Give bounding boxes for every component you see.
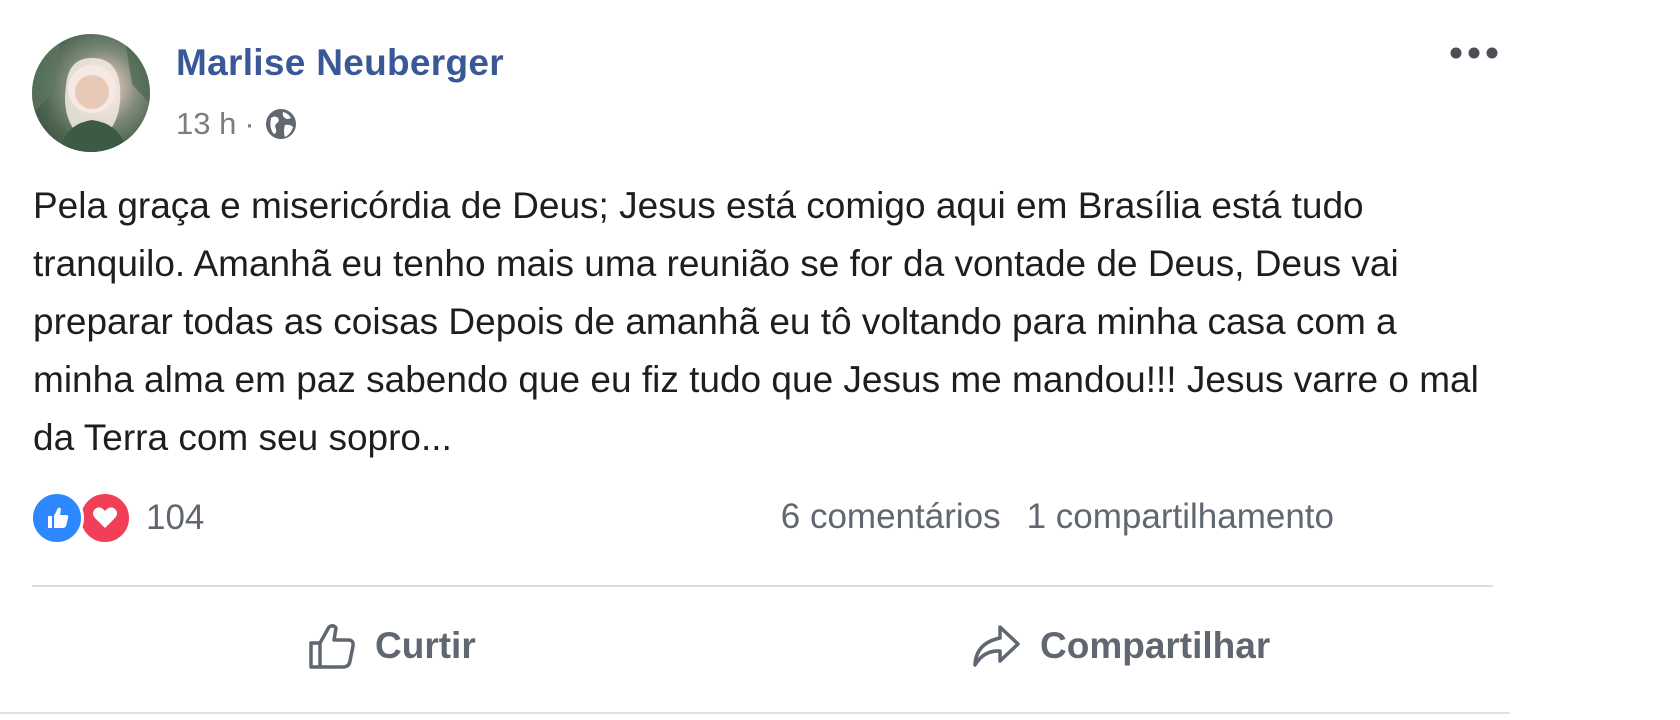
love-reaction-icon (78, 491, 132, 545)
engagement-counts: 6 comentários 1 compartilhamento (781, 497, 1334, 537)
post-meta: 13 h · (176, 104, 299, 144)
like-button-label: Curtir (375, 625, 476, 666)
thumbs-up-icon (309, 623, 355, 669)
action-bar-divider (32, 585, 1493, 587)
share-button[interactable]: Compartilhar (968, 612, 1270, 680)
meta-separator: · (244, 106, 255, 141)
page-background (1510, 0, 1680, 720)
author-avatar[interactable] (32, 34, 150, 152)
post-timestamp[interactable]: 13 h (176, 106, 236, 142)
more-options-icon[interactable] (1446, 38, 1502, 68)
reaction-count[interactable]: 104 (146, 498, 204, 538)
like-button[interactable]: Curtir (305, 612, 476, 680)
share-button-label: Compartilhar (1040, 625, 1271, 666)
avatar-photo (32, 34, 150, 152)
like-reaction-icon (30, 491, 84, 545)
post-body-text: Pela graça e misericórdia de Deus; Jesus… (33, 185, 1479, 458)
reactions-summary[interactable]: 104 (30, 490, 204, 546)
facebook-post: Marlise Neuberger 13 h · Pela graça e mi… (0, 0, 1510, 714)
comments-count-link[interactable]: 6 comentários (781, 497, 1001, 537)
author-name[interactable]: Marlise Neuberger (176, 42, 504, 84)
globe-icon[interactable] (263, 106, 299, 142)
share-arrow-icon (973, 625, 1020, 667)
shares-count-link[interactable]: 1 compartilhamento (1027, 497, 1334, 537)
